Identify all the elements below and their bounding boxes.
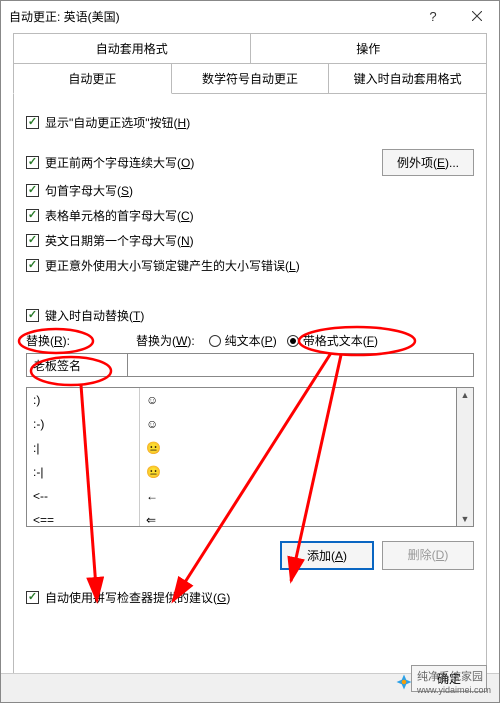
panel-autocorrect: 显示"自动更正选项"按钮(H) 更正前两个字母连续大写(O) 例外项(E)...… [13,93,487,691]
replace-with-input[interactable] [127,353,474,377]
table-row[interactable]: :)☺ [27,388,456,412]
add-button[interactable]: 添加(A) [280,541,374,570]
table-row[interactable]: :-)☺ [27,412,456,436]
label-cell-cap: 表格单元格的首字母大写(C) [45,207,194,224]
watermark: 纯净系统家园 www.yidaimei.com [395,668,491,696]
close-icon[interactable] [455,1,499,31]
window-title: 自动更正: 英语(美国) [9,8,120,25]
checkbox-sentence-cap[interactable] [26,184,39,197]
label-replace-as-type: 键入时自动替换(T) [45,307,144,324]
checkbox-spellcheck-suggest[interactable] [26,591,39,604]
label-sentence-cap: 句首字母大写(S) [45,182,133,199]
table-row[interactable]: <==⇐ [27,508,456,527]
window-buttons: ? [411,1,499,31]
delete-button: 删除(D) [382,541,474,570]
checkbox-days-cap[interactable] [26,234,39,247]
table-row[interactable]: :|😐 [27,436,456,460]
tab-autoformat[interactable]: 自动套用格式 [13,33,251,64]
tab-actions[interactable]: 操作 [250,33,488,64]
scroll-down-icon[interactable]: ▼ [461,512,470,526]
label-spellcheck-suggest: 自动使用拼写检查器提供的建议(G) [45,589,230,606]
radio-formatted-text[interactable]: 带格式文本(F) [287,332,378,349]
title-bar: 自动更正: 英语(美国) ? [1,1,499,31]
radio-plain-text[interactable]: 纯文本(P) [209,332,277,349]
autocorrect-list[interactable]: :)☺:-)☺:|😐:-|😐<--←<==⇐<=>⇔==>⇒ [26,387,457,527]
watermark-logo-icon [395,673,413,691]
tab-row-lower: 自动更正 数学符号自动更正 键入时自动套用格式 [13,63,487,94]
label-show-options: 显示"自动更正选项"按钮(H) [45,114,190,131]
table-row[interactable]: <--← [27,484,456,508]
checkbox-replace-as-type[interactable] [26,309,39,322]
checkbox-show-options[interactable] [26,116,39,129]
tab-autoformat-as-you-type[interactable]: 键入时自动套用格式 [328,63,487,94]
table-row[interactable]: :-|😐 [27,460,456,484]
label-capslock: 更正意外使用大小写锁定键产生的大小写错误(L) [45,257,300,274]
scrollbar[interactable]: ▲ ▼ [457,387,474,527]
checkbox-cell-cap[interactable] [26,209,39,222]
label-days-cap: 英文日期第一个字母大写(N) [45,232,194,249]
exceptions-button[interactable]: 例外项(E)... [382,149,474,176]
replace-input[interactable]: 老板签名 [26,353,128,377]
help-icon[interactable]: ? [411,1,455,31]
checkbox-capslock[interactable] [26,259,39,272]
tab-row-upper: 自动套用格式 操作 [13,33,487,64]
tab-autocorrect[interactable]: 自动更正 [13,63,172,94]
label-two-caps: 更正前两个字母连续大写(O) [45,154,194,171]
tab-math-autocorrect[interactable]: 数学符号自动更正 [171,63,330,94]
label-replace-with: 替换为(W): [136,332,195,349]
label-replace: 替换(R): [26,332,122,349]
checkbox-two-caps[interactable] [26,156,39,169]
scroll-up-icon[interactable]: ▲ [461,388,470,402]
